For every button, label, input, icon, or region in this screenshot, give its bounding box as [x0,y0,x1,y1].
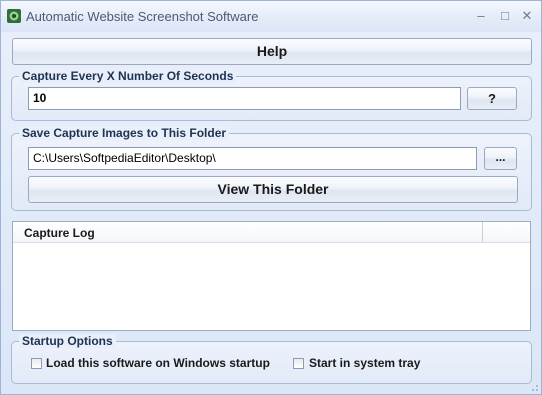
window-title: Automatic Website Screenshot Software [26,9,259,24]
minimize-button[interactable]: – [471,7,491,25]
capture-interval-group: Capture Every X Number Of Seconds 10 ? [11,69,532,121]
title-bar[interactable]: Automatic Website Screenshot Software – … [1,1,541,32]
close-button[interactable]: ✕ [517,7,537,25]
app-icon [7,9,21,23]
view-folder-button[interactable]: View This Folder [28,176,518,203]
save-folder-group: Save Capture Images to This Folder C:\Us… [11,126,532,211]
capture-log-list[interactable]: Capture Log [12,221,531,331]
capture-log-column-header[interactable]: Capture Log [13,222,483,242]
help-button[interactable]: Help [12,38,532,65]
capture-interval-group-title: Capture Every X Number Of Seconds [19,69,237,83]
save-folder-group-title: Save Capture Images to This Folder [19,126,230,140]
load-on-startup-label[interactable]: Load this software on Windows startup [46,356,270,370]
start-in-tray-checkbox[interactable] [293,358,304,369]
resize-grip-icon[interactable] [529,382,539,392]
seconds-input[interactable]: 10 [28,87,461,110]
startup-options-group: Startup Options Load this software on Wi… [11,334,532,384]
load-on-startup-checkbox[interactable] [31,358,42,369]
capture-log-header-filler [483,222,530,242]
startup-options-group-title: Startup Options [19,334,116,348]
app-window: Automatic Website Screenshot Software – … [0,0,542,395]
start-in-tray-label[interactable]: Start in system tray [309,356,420,370]
capture-log-body[interactable] [13,243,530,330]
maximize-button[interactable]: □ [495,7,515,25]
browse-folder-button[interactable]: ... [484,147,517,170]
folder-path-input[interactable]: C:\Users\SoftpediaEditor\Desktop\ [28,147,477,170]
capture-log-header: Capture Log [13,222,530,243]
interval-help-button[interactable]: ? [467,87,517,110]
